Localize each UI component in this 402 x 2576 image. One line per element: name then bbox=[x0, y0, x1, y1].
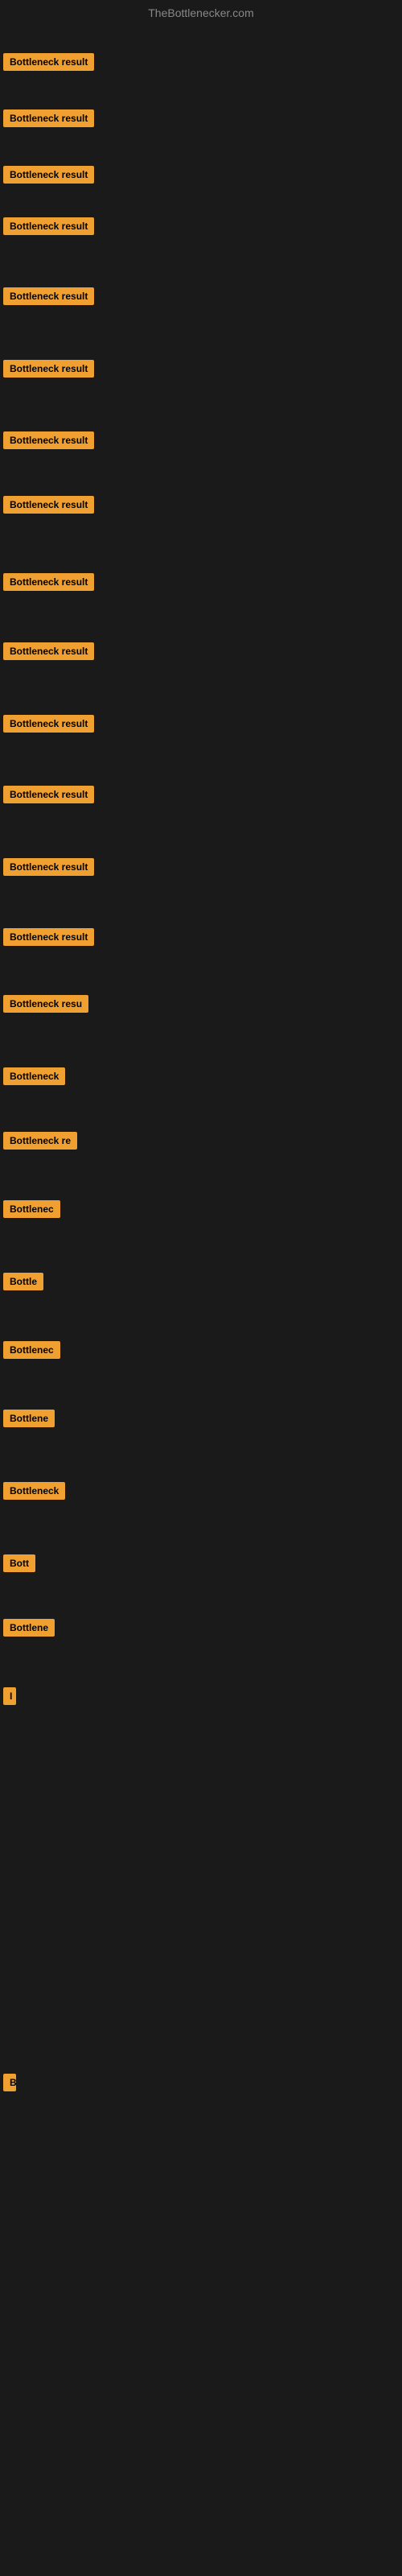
bottleneck-badge: Bottleneck result bbox=[3, 166, 94, 184]
bottleneck-badge: Bottleneck result bbox=[3, 928, 94, 946]
bottleneck-item: Bottleneck result bbox=[3, 858, 94, 880]
bottleneck-badge: Bottleneck result bbox=[3, 715, 94, 733]
bottleneck-item: Bottleneck result bbox=[3, 217, 94, 239]
bottleneck-item: Bottle bbox=[3, 1273, 43, 1294]
bottleneck-badge: Bottleneck result bbox=[3, 496, 94, 514]
site-header: TheBottlenecker.com bbox=[0, 0, 402, 29]
bottleneck-item: Bottleneck result bbox=[3, 715, 94, 737]
bottleneck-item: Bott bbox=[3, 1554, 35, 1576]
bottleneck-item: Bottleneck result bbox=[3, 166, 94, 188]
bottleneck-item: Bottleneck re bbox=[3, 1132, 77, 1154]
bottleneck-badge: Bottleneck result bbox=[3, 858, 94, 876]
bottleneck-badge: I bbox=[3, 1687, 16, 1705]
page-wrapper: TheBottlenecker.com bbox=[0, 0, 402, 29]
bottleneck-badge: Bottleneck result bbox=[3, 53, 94, 71]
bottleneck-item: Bottlenec bbox=[3, 1200, 60, 1222]
bottleneck-item: Bottleneck result bbox=[3, 928, 94, 950]
bottleneck-badge: Bottleneck result bbox=[3, 642, 94, 660]
bottleneck-badge: Bottleneck bbox=[3, 1482, 65, 1500]
bottleneck-item: Bottlene bbox=[3, 1410, 55, 1431]
bottleneck-badge: Bottlene bbox=[3, 1619, 55, 1637]
bottleneck-badge: Bottleneck result bbox=[3, 109, 94, 127]
bottleneck-badge: Bottleneck result bbox=[3, 217, 94, 235]
bottleneck-item: Bottleneck result bbox=[3, 786, 94, 807]
bottleneck-item: B bbox=[3, 2074, 16, 2095]
bottleneck-badge: Bott bbox=[3, 1554, 35, 1572]
bottleneck-item: Bottleneck result bbox=[3, 496, 94, 518]
bottleneck-badge: Bottleneck result bbox=[3, 287, 94, 305]
bottleneck-item: Bottleneck result bbox=[3, 287, 94, 309]
bottleneck-item: Bottleneck bbox=[3, 1482, 65, 1504]
bottleneck-item: Bottleneck resu bbox=[3, 995, 88, 1017]
bottleneck-badge: Bottlenec bbox=[3, 1341, 60, 1359]
bottleneck-badge: B bbox=[3, 2074, 16, 2091]
bottleneck-badge: Bottleneck result bbox=[3, 573, 94, 591]
bottleneck-badge: Bottleneck bbox=[3, 1067, 65, 1085]
bottleneck-item: I bbox=[3, 1687, 16, 1709]
bottleneck-badge: Bottleneck result bbox=[3, 786, 94, 803]
bottleneck-item: Bottleneck result bbox=[3, 53, 94, 75]
bottleneck-badge: Bottlene bbox=[3, 1410, 55, 1427]
bottleneck-badge: Bottleneck result bbox=[3, 431, 94, 449]
bottleneck-badge: Bottleneck resu bbox=[3, 995, 88, 1013]
bottleneck-item: Bottlene bbox=[3, 1619, 55, 1641]
bottleneck-item: Bottleneck result bbox=[3, 642, 94, 664]
bottleneck-badge: Bottleneck result bbox=[3, 360, 94, 378]
bottleneck-item: Bottlenec bbox=[3, 1341, 60, 1363]
bottleneck-badge: Bottle bbox=[3, 1273, 43, 1290]
bottleneck-item: Bottleneck result bbox=[3, 109, 94, 131]
bottleneck-item: Bottleneck result bbox=[3, 431, 94, 453]
bottleneck-item: Bottleneck bbox=[3, 1067, 65, 1089]
site-title: TheBottlenecker.com bbox=[148, 6, 254, 19]
bottleneck-badge: Bottleneck re bbox=[3, 1132, 77, 1150]
bottleneck-badge: Bottlenec bbox=[3, 1200, 60, 1218]
bottleneck-item: Bottleneck result bbox=[3, 573, 94, 595]
bottleneck-item: Bottleneck result bbox=[3, 360, 94, 382]
